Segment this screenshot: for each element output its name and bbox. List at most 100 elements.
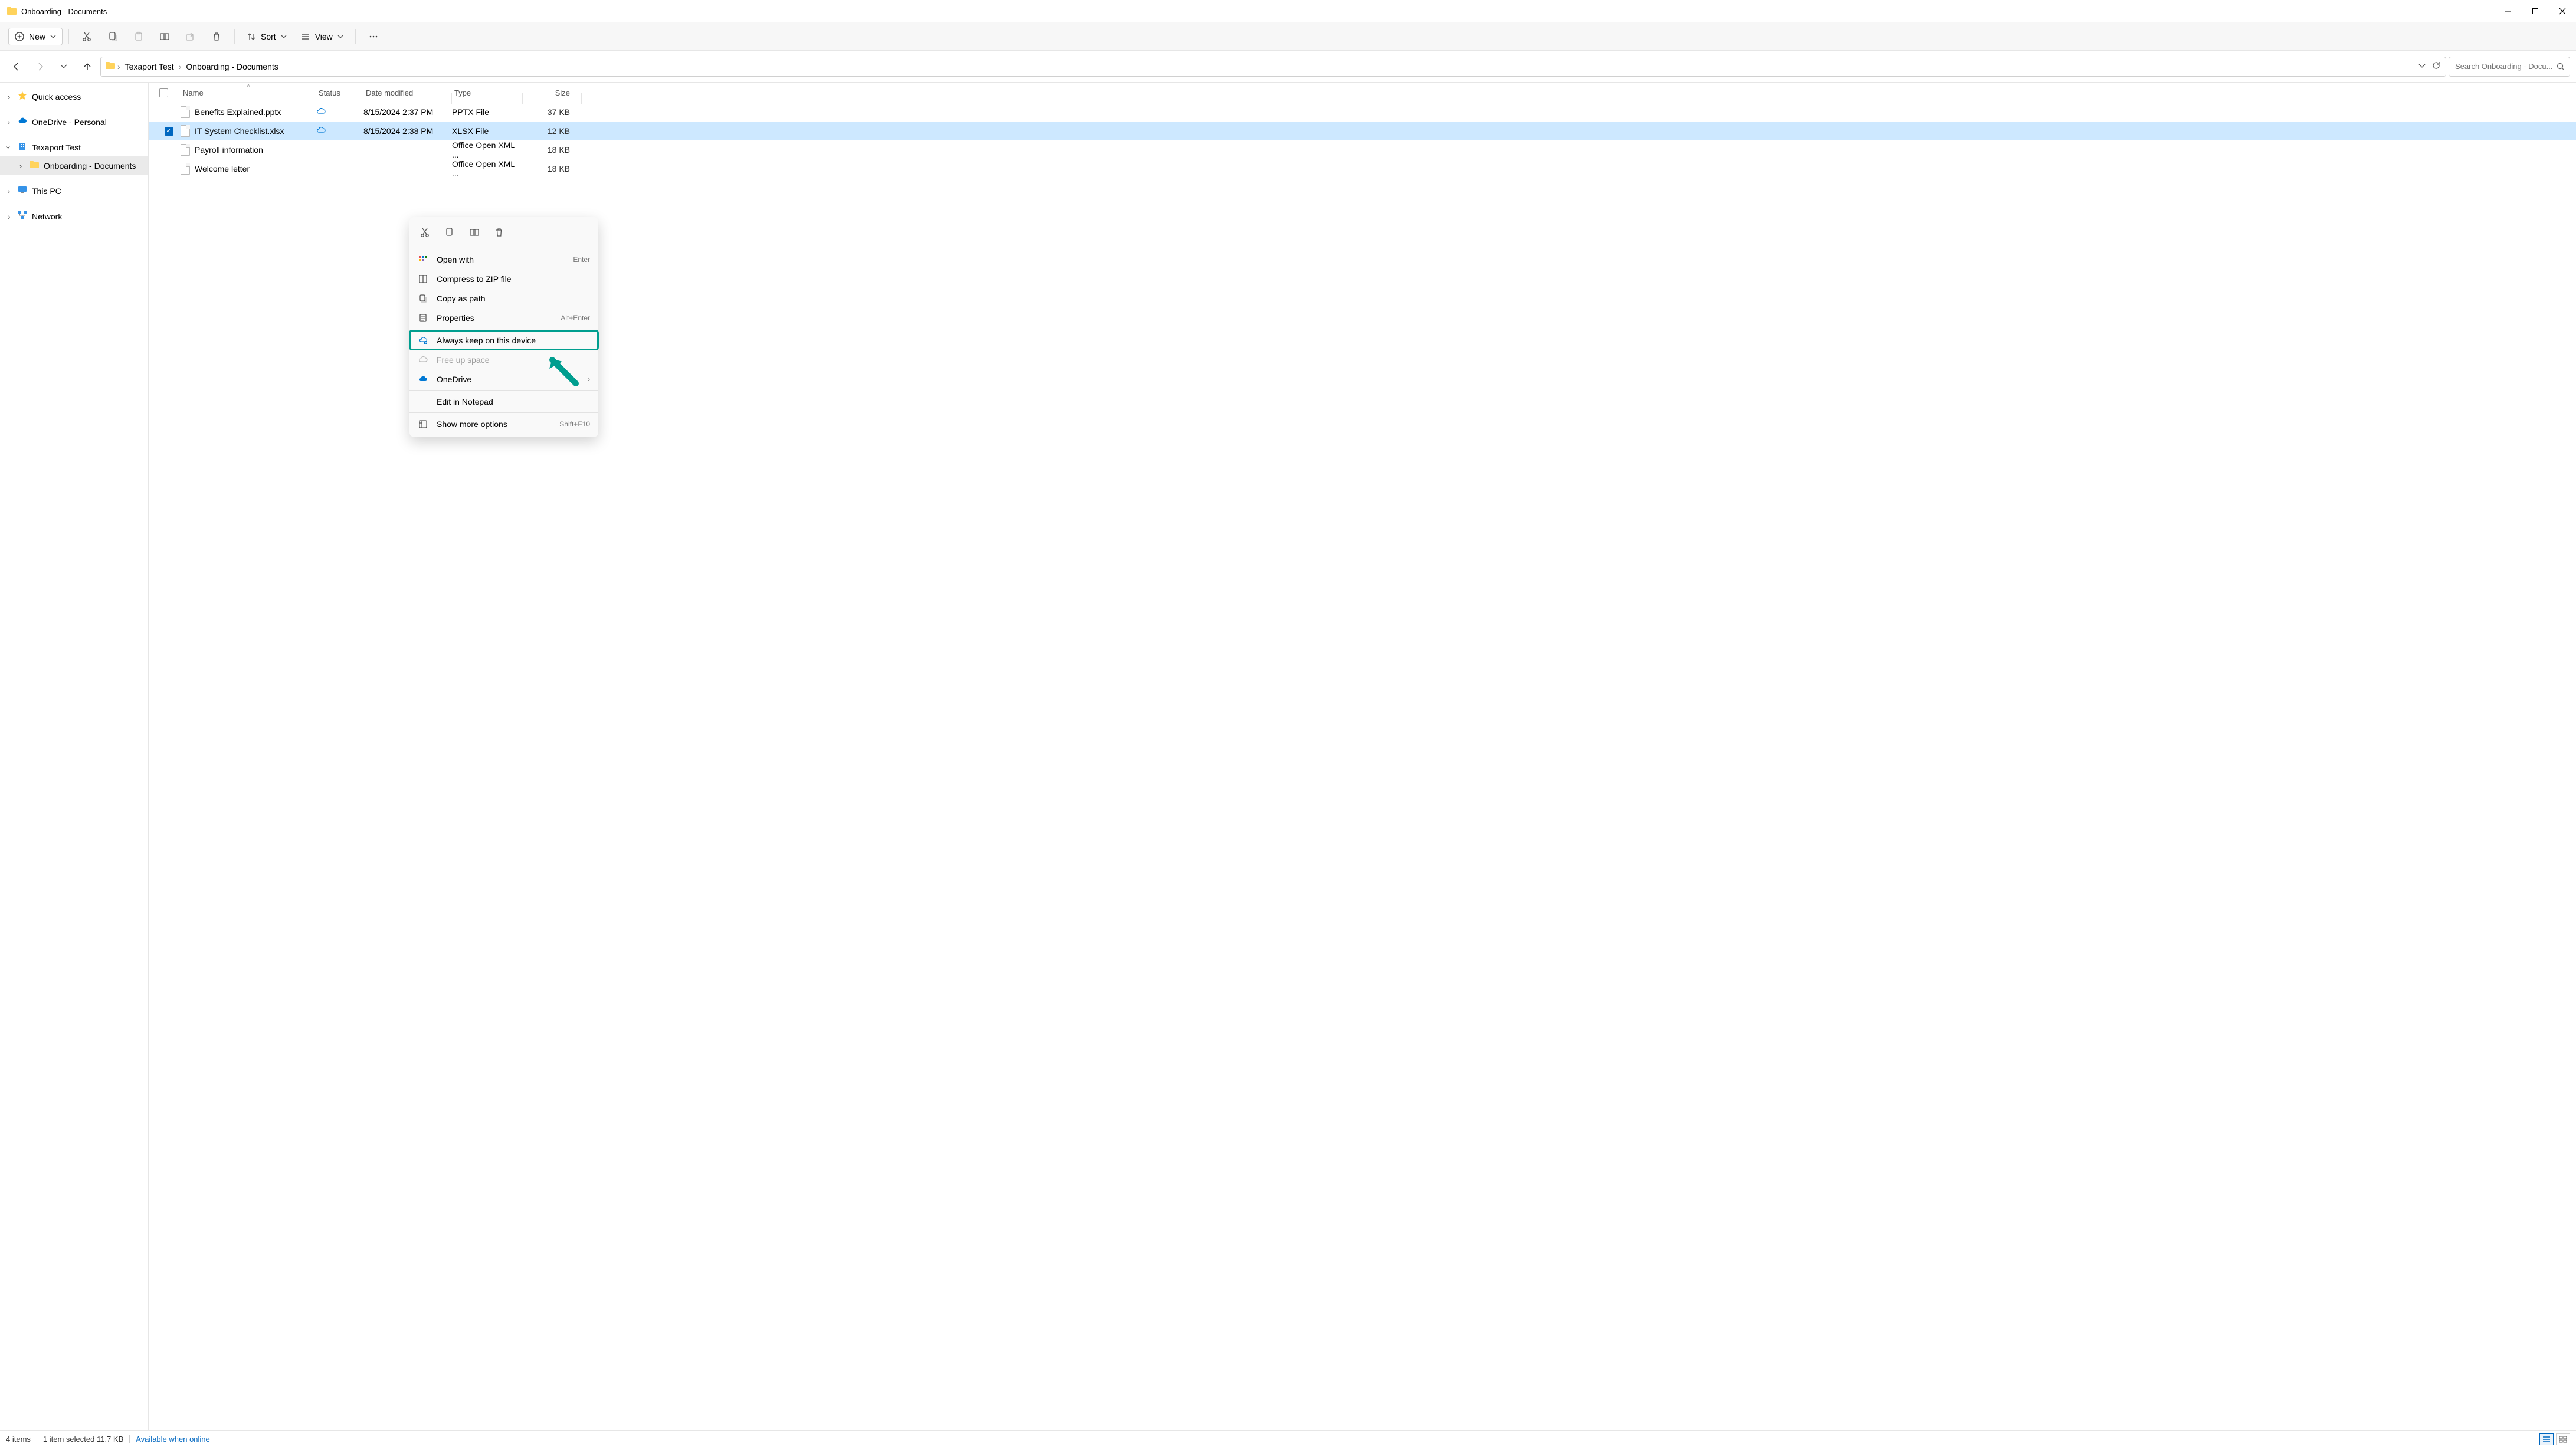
more-button[interactable] (362, 26, 385, 47)
file-name: Welcome letter (195, 164, 250, 173)
star-icon (18, 91, 27, 102)
chevron-right-icon: › (117, 62, 120, 71)
sidebar-item-thispc[interactable]: › This PC (0, 182, 148, 200)
rename-button[interactable] (153, 26, 176, 47)
column-headers: ˄ Name Status Date modified Type Size (149, 83, 2576, 103)
delete-button[interactable] (205, 26, 228, 47)
ctx-copy-button[interactable] (443, 225, 457, 239)
sidebar-item-label: Onboarding - Documents (44, 161, 136, 170)
notepad-icon (418, 396, 428, 407)
file-name: Benefits Explained.pptx (195, 107, 281, 117)
sidebar-item-onboarding[interactable]: › Onboarding - Documents (0, 156, 148, 175)
file-row[interactable]: Welcome letter Office Open XML ... 18 KB (149, 159, 2576, 178)
document-icon (181, 163, 190, 175)
sort-button[interactable]: Sort (241, 28, 293, 45)
maximize-button[interactable] (2522, 0, 2549, 22)
header-size[interactable]: Size (523, 88, 582, 97)
separator (68, 29, 69, 44)
onedrive-icon (418, 374, 428, 385)
sidebar-item-texaport[interactable]: › Texaport Test (0, 138, 148, 156)
search-icon (2557, 63, 2564, 71)
search-input[interactable] (2455, 62, 2552, 71)
file-size: 37 KB (523, 107, 582, 117)
file-modified: 8/15/2024 2:37 PM (363, 107, 452, 117)
chevron-right-icon: › (17, 161, 25, 170)
refresh-button[interactable] (2431, 61, 2441, 72)
header-modified[interactable]: Date modified (363, 88, 452, 97)
zip-icon (418, 274, 428, 284)
cloud-icon (18, 116, 27, 127)
header-checkbox[interactable] (157, 88, 181, 97)
ctx-delete-button[interactable] (492, 225, 506, 239)
nav-row: › Texaport Test › Onboarding - Documents (0, 51, 2576, 83)
ctx-show-more[interactable]: Show more options Shift+F10 (409, 414, 598, 434)
up-button[interactable] (77, 56, 98, 77)
folder-icon (30, 160, 39, 171)
sidebar-item-onedrive-personal[interactable]: › OneDrive - Personal (0, 113, 148, 131)
sort-label: Sort (261, 32, 276, 41)
ctx-open-with[interactable]: Open with Enter (409, 250, 598, 269)
chevron-down-icon: › (4, 143, 14, 152)
cut-button[interactable] (75, 26, 99, 47)
file-row[interactable]: Benefits Explained.pptx 8/15/2024 2:37 P… (149, 103, 2576, 122)
ctx-label: Compress to ZIP file (437, 274, 590, 284)
copy-button[interactable] (101, 26, 124, 47)
cloud-free-icon (418, 355, 428, 365)
view-thumbnails-button[interactable] (2556, 1433, 2570, 1445)
search-box[interactable] (2449, 57, 2570, 77)
titlebar: Onboarding - Documents (0, 0, 2576, 22)
view-details-button[interactable] (2539, 1433, 2554, 1445)
file-size: 18 KB (523, 145, 582, 155)
file-row[interactable]: IT System Checklist.xlsx 8/15/2024 2:38 … (149, 122, 2576, 140)
breadcrumb-root[interactable]: Texaport Test (123, 62, 176, 71)
ctx-label: Properties (437, 313, 552, 323)
minimize-button[interactable] (2495, 0, 2522, 22)
back-button[interactable] (6, 56, 27, 77)
toolbar: New Sort View (0, 22, 2576, 51)
recent-button[interactable] (53, 56, 74, 77)
file-size: 18 KB (523, 164, 582, 173)
status-cloud-icon (316, 107, 363, 118)
close-button[interactable] (2549, 0, 2576, 22)
paste-button[interactable] (127, 26, 150, 47)
forward-button[interactable] (30, 56, 51, 77)
chevron-down-icon[interactable] (2418, 62, 2426, 71)
chevron-down-icon (337, 34, 343, 40)
chevron-right-icon: › (588, 375, 590, 383)
row-checkbox[interactable] (157, 127, 181, 136)
ctx-properties[interactable]: Properties Alt+Enter (409, 308, 598, 327)
sidebar-item-label: Quick access (32, 92, 81, 101)
document-icon (181, 125, 190, 137)
copy-path-icon (418, 293, 428, 304)
header-status[interactable]: Status (316, 88, 363, 97)
chevron-right-icon: › (5, 92, 13, 101)
view-button[interactable]: View (295, 28, 349, 45)
breadcrumb-folder[interactable]: Onboarding - Documents (183, 62, 280, 71)
sidebar-item-label: This PC (32, 186, 61, 196)
file-row[interactable]: Payroll information Office Open XML ... … (149, 140, 2576, 159)
header-name[interactable]: ˄ Name (181, 88, 316, 97)
status-selected: 1 item selected 11.7 KB (43, 1435, 123, 1443)
ctx-rename-button[interactable] (467, 225, 481, 239)
ctx-edit-notepad[interactable]: Edit in Notepad (409, 392, 598, 411)
ctx-cut-button[interactable] (418, 225, 432, 239)
context-menu: Open with Enter Compress to ZIP file Cop… (409, 217, 598, 437)
file-list-area: ˄ Name Status Date modified Type Size Be… (149, 83, 2576, 1430)
building-icon (18, 142, 27, 153)
sidebar-item-network[interactable]: › Network (0, 207, 148, 225)
sidebar-item-label: OneDrive - Personal (32, 117, 107, 127)
ctx-always-keep[interactable]: Always keep on this device (409, 330, 598, 350)
ctx-label: Edit in Notepad (437, 397, 590, 406)
network-icon (18, 211, 27, 222)
ctx-label: Open with (437, 255, 565, 264)
header-type[interactable]: Type (452, 88, 523, 97)
monitor-icon (18, 185, 27, 196)
folder-icon (7, 6, 17, 16)
address-bar[interactable]: › Texaport Test › Onboarding - Documents (100, 57, 2446, 77)
share-button[interactable] (179, 26, 202, 47)
sidebar-item-quickaccess[interactable]: › Quick access (0, 87, 148, 106)
new-button[interactable]: New (8, 28, 63, 45)
ctx-hint: Enter (573, 255, 590, 264)
ctx-compress[interactable]: Compress to ZIP file (409, 269, 598, 288)
ctx-copy-path[interactable]: Copy as path (409, 288, 598, 308)
